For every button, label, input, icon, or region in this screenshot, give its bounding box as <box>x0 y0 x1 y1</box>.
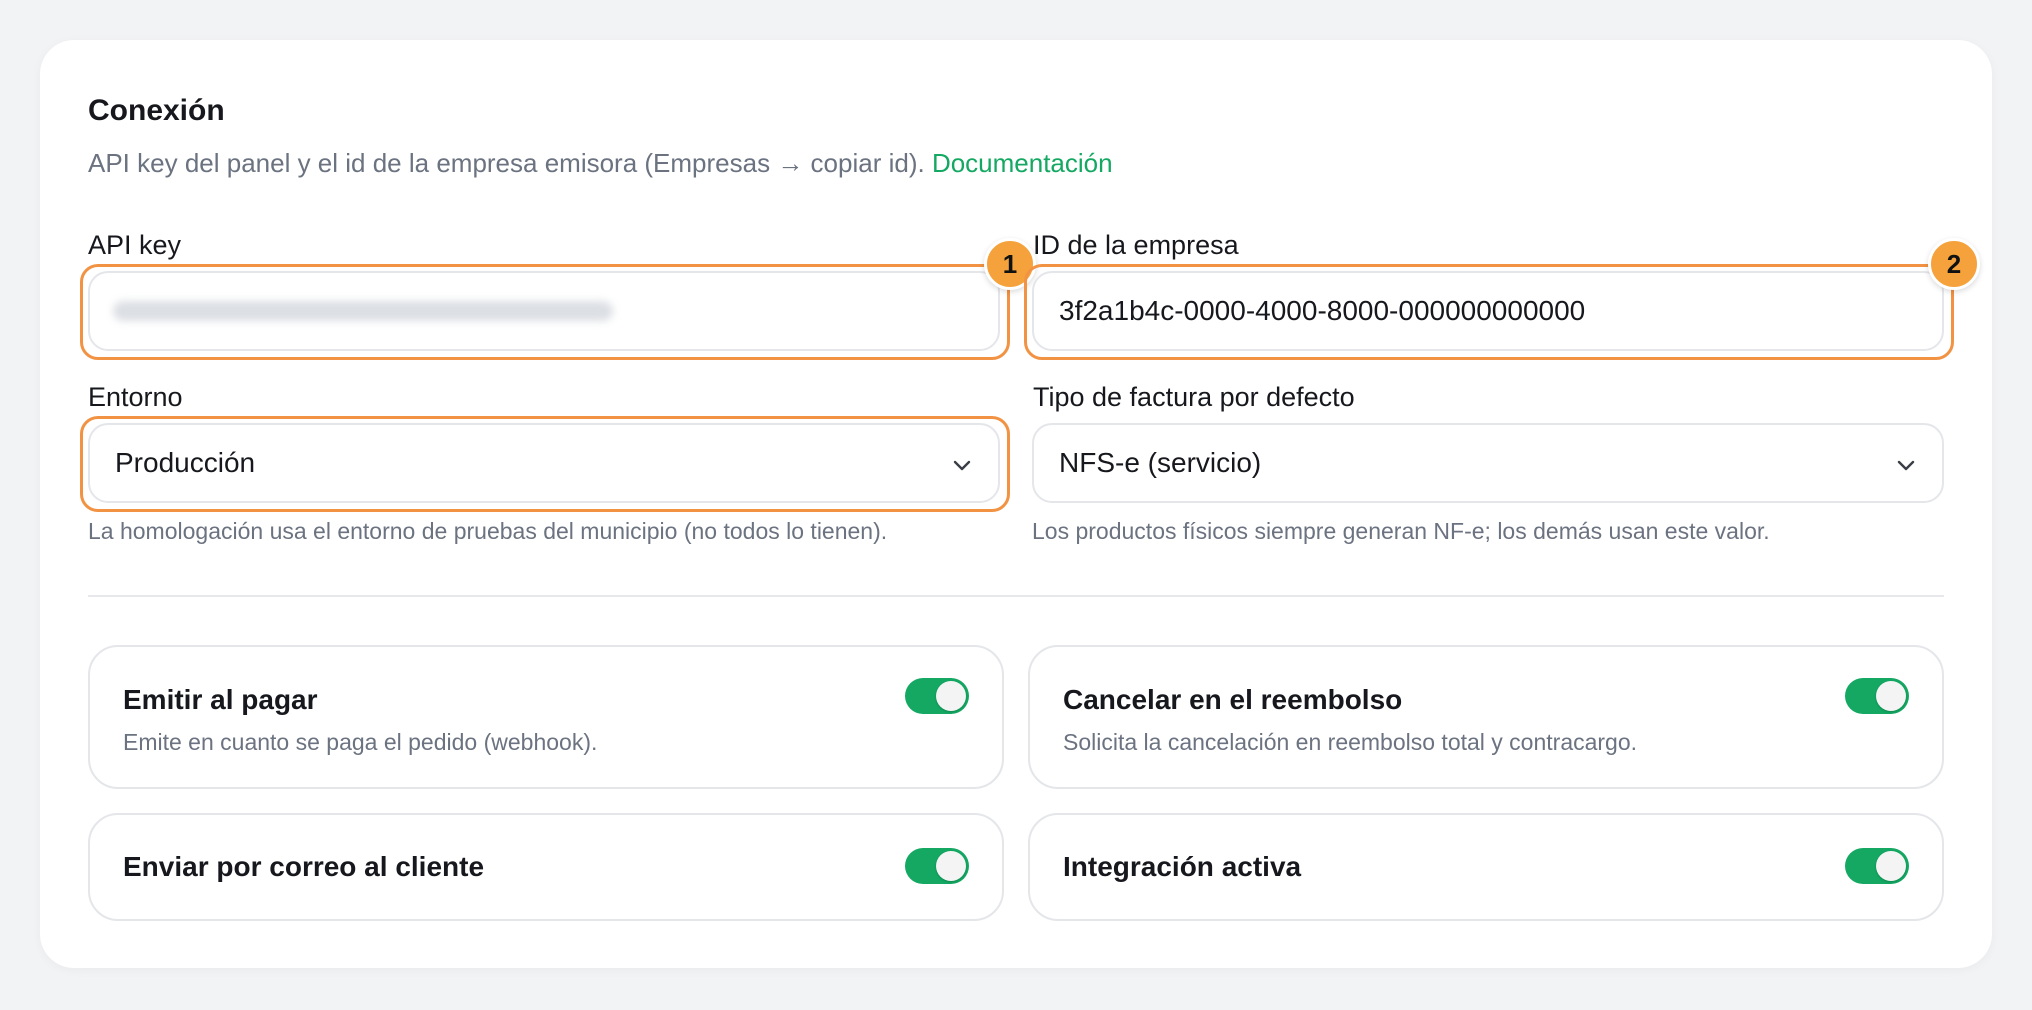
emit-on-pay-toggle[interactable] <box>905 678 969 714</box>
connection-card: Conexión API key del panel y el id de la… <box>40 40 1992 968</box>
company-id-highlight <box>1024 264 1954 360</box>
toggle-knob <box>936 681 966 711</box>
toggle-card-integration-active: Integración activa <box>1028 813 1944 921</box>
invoice-type-hint: Los productos físicos siempre generan NF… <box>1032 518 1770 544</box>
environment-label: Entorno <box>88 382 183 412</box>
invoice-type-select[interactable]: NFS-e (servicio) <box>1032 423 1944 503</box>
toggle-description: Solicita la cancelación en reembolso tot… <box>1063 729 1638 755</box>
chevron-down-icon <box>1897 460 1915 471</box>
toggle-title: Integración activa <box>1063 851 1302 882</box>
toggle-knob <box>1876 681 1906 711</box>
api-key-label: API key <box>88 230 182 260</box>
toggle-title: Cancelar en el reembolso <box>1063 684 1403 715</box>
api-key-highlight <box>80 264 1010 360</box>
toggle-knob <box>936 851 966 881</box>
invoice-type-label: Tipo de factura por defecto <box>1033 382 1355 412</box>
environment-highlight <box>80 416 1010 512</box>
toggle-card-email-customer: Enviar por correo al cliente <box>88 813 1004 921</box>
toggle-title: Enviar por correo al cliente <box>123 851 485 882</box>
toggle-title: Emitir al pagar <box>123 684 318 715</box>
subtitle-text: API key del panel y el id de la empresa … <box>88 148 925 178</box>
cancel-on-refund-toggle[interactable] <box>1845 678 1909 714</box>
toggle-knob <box>1876 851 1906 881</box>
badge-2: 2 <box>1928 238 1980 290</box>
section-title: Conexión <box>88 94 225 127</box>
toggle-card-emit-on-pay: Emitir al pagar Emite en cuanto se paga … <box>88 645 1004 789</box>
company-id-label: ID de la empresa <box>1033 230 1239 260</box>
integration-active-toggle[interactable] <box>1845 848 1909 884</box>
toggle-description: Emite en cuanto se paga el pedido (webho… <box>123 729 598 755</box>
email-customer-toggle[interactable] <box>905 848 969 884</box>
section-subtitle: API key del panel y el id de la empresa … <box>88 148 1113 179</box>
invoice-type-selected: NFS-e (servicio) <box>1059 447 1262 478</box>
section-divider <box>88 595 1944 597</box>
environment-hint: La homologación usa el entorno de prueba… <box>88 518 888 544</box>
documentation-link[interactable]: Documentación <box>932 148 1113 178</box>
toggle-card-cancel-on-refund: Cancelar en el reembolso Solicita la can… <box>1028 645 1944 789</box>
